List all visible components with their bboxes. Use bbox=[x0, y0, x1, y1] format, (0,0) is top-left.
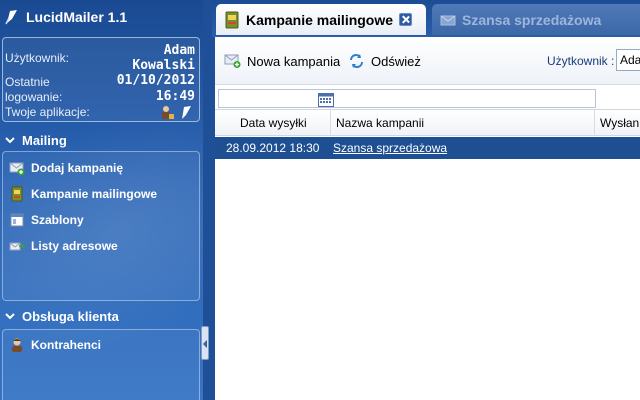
tab-campaigns[interactable]: Kampanie mailingowe bbox=[216, 4, 426, 35]
main-panel: Nowa kampania Odśwież Użytkownik : Data … bbox=[215, 37, 640, 400]
last-login-date: 01/10/2012 bbox=[116, 73, 195, 88]
user-info-box: Użytkownik: Adam Kowalski Ostatnie 01/10… bbox=[2, 37, 200, 122]
contractor-icon bbox=[9, 337, 25, 353]
customer-panel: Kontrahenci bbox=[2, 329, 200, 400]
tab-bar: Kampanie mailingowe Szansa sprzedażowa bbox=[212, 0, 640, 37]
nav-add-campaign[interactable]: Dodaj kampanię bbox=[9, 159, 123, 177]
campaign-book-icon bbox=[224, 11, 240, 29]
mail-icon bbox=[440, 11, 456, 29]
tab-campaigns-label: Kampanie mailingowe bbox=[246, 11, 394, 28]
column-header-sent[interactable]: Wysłan bbox=[595, 110, 640, 136]
nav-templates[interactable]: Szablony bbox=[9, 211, 84, 229]
app-title-text: LucidMailer 1.1 bbox=[26, 9, 128, 25]
column-header-name[interactable]: Nazwa kampanii bbox=[331, 110, 595, 136]
new-campaign-label: Nowa kampania bbox=[247, 53, 341, 69]
grid-header: Data wysyłki Nazwa kampanii Wysłan bbox=[215, 109, 640, 136]
section-mailing-header[interactable]: Mailing bbox=[0, 129, 203, 151]
date-filter-field[interactable] bbox=[218, 89, 596, 108]
user-label: Użytkownik: bbox=[5, 51, 70, 65]
filter-row bbox=[215, 87, 640, 109]
nav-address-lists[interactable]: Listy adresowe bbox=[9, 237, 118, 255]
nav-contractors[interactable]: Kontrahenci bbox=[9, 336, 101, 354]
sidebar: LucidMailer 1.1 Użytkownik: Adam Kowalsk… bbox=[0, 0, 203, 400]
mail-add-icon bbox=[9, 160, 25, 176]
table-row[interactable]: 28.09.2012 18:30 Szansa sprzedażowa bbox=[215, 137, 640, 159]
contractors-app-icon[interactable] bbox=[159, 105, 175, 120]
nav-add-campaign-label: Dodaj kampanię bbox=[31, 161, 124, 175]
mail-add-icon bbox=[224, 53, 242, 69]
mailer-app-icon[interactable] bbox=[179, 105, 193, 120]
apps-label: Twoje aplikacje: bbox=[5, 105, 90, 119]
new-campaign-button[interactable]: Nowa kampania bbox=[224, 51, 340, 71]
section-mailing-title: Mailing bbox=[22, 132, 67, 148]
tab-sales-opportunity[interactable]: Szansa sprzedażowa bbox=[432, 4, 640, 35]
nav-templates-label: Szablony bbox=[31, 213, 84, 227]
last-login-label: Ostatnie bbox=[5, 75, 50, 89]
section-customer-header[interactable]: Obsługa klienta bbox=[0, 305, 203, 327]
nav-campaigns-label: Kampanie mailingowe bbox=[31, 187, 158, 201]
user-filter-input[interactable] bbox=[616, 49, 640, 71]
user-filter-label: Użytkownik : bbox=[547, 54, 615, 68]
nav-campaigns[interactable]: Kampanie mailingowe bbox=[9, 185, 157, 203]
close-icon[interactable] bbox=[399, 13, 413, 26]
refresh-label: Odśwież bbox=[371, 53, 421, 69]
last-login-time: 16:49 bbox=[155, 89, 195, 104]
nav-address-lists-label: Listy adresowe bbox=[31, 239, 118, 253]
user-last-name: Kowalski bbox=[132, 58, 195, 73]
template-icon bbox=[9, 212, 25, 228]
login-label: logowanie: bbox=[5, 90, 63, 104]
refresh-icon bbox=[348, 53, 366, 69]
chevron-down-icon bbox=[4, 134, 16, 146]
address-list-icon bbox=[9, 238, 26, 254]
campaign-book-icon bbox=[9, 186, 25, 202]
mailing-panel: Dodaj kampanię Kampanie mailingowe Szabl… bbox=[2, 151, 200, 301]
column-header-date[interactable]: Data wysyłki bbox=[215, 110, 331, 136]
chevron-down-icon bbox=[4, 310, 16, 322]
row-date: 28.09.2012 18:30 bbox=[226, 141, 320, 155]
toolbar: Nowa kampania Odśwież Użytkownik : bbox=[215, 37, 640, 85]
user-first-name: Adam bbox=[163, 43, 195, 58]
tab-sales-opportunity-label: Szansa sprzedażowa bbox=[462, 11, 602, 28]
refresh-button[interactable]: Odśwież bbox=[348, 51, 421, 71]
row-campaign-link[interactable]: Szansa sprzedażowa bbox=[333, 141, 447, 155]
sidebar-collapse-handle[interactable] bbox=[201, 326, 209, 360]
app-title: LucidMailer 1.1 bbox=[4, 6, 127, 28]
section-customer-title: Obsługa klienta bbox=[22, 308, 119, 324]
calendar-icon[interactable] bbox=[318, 93, 334, 107]
quill-logo-icon bbox=[4, 9, 20, 25]
nav-contractors-label: Kontrahenci bbox=[31, 338, 102, 352]
